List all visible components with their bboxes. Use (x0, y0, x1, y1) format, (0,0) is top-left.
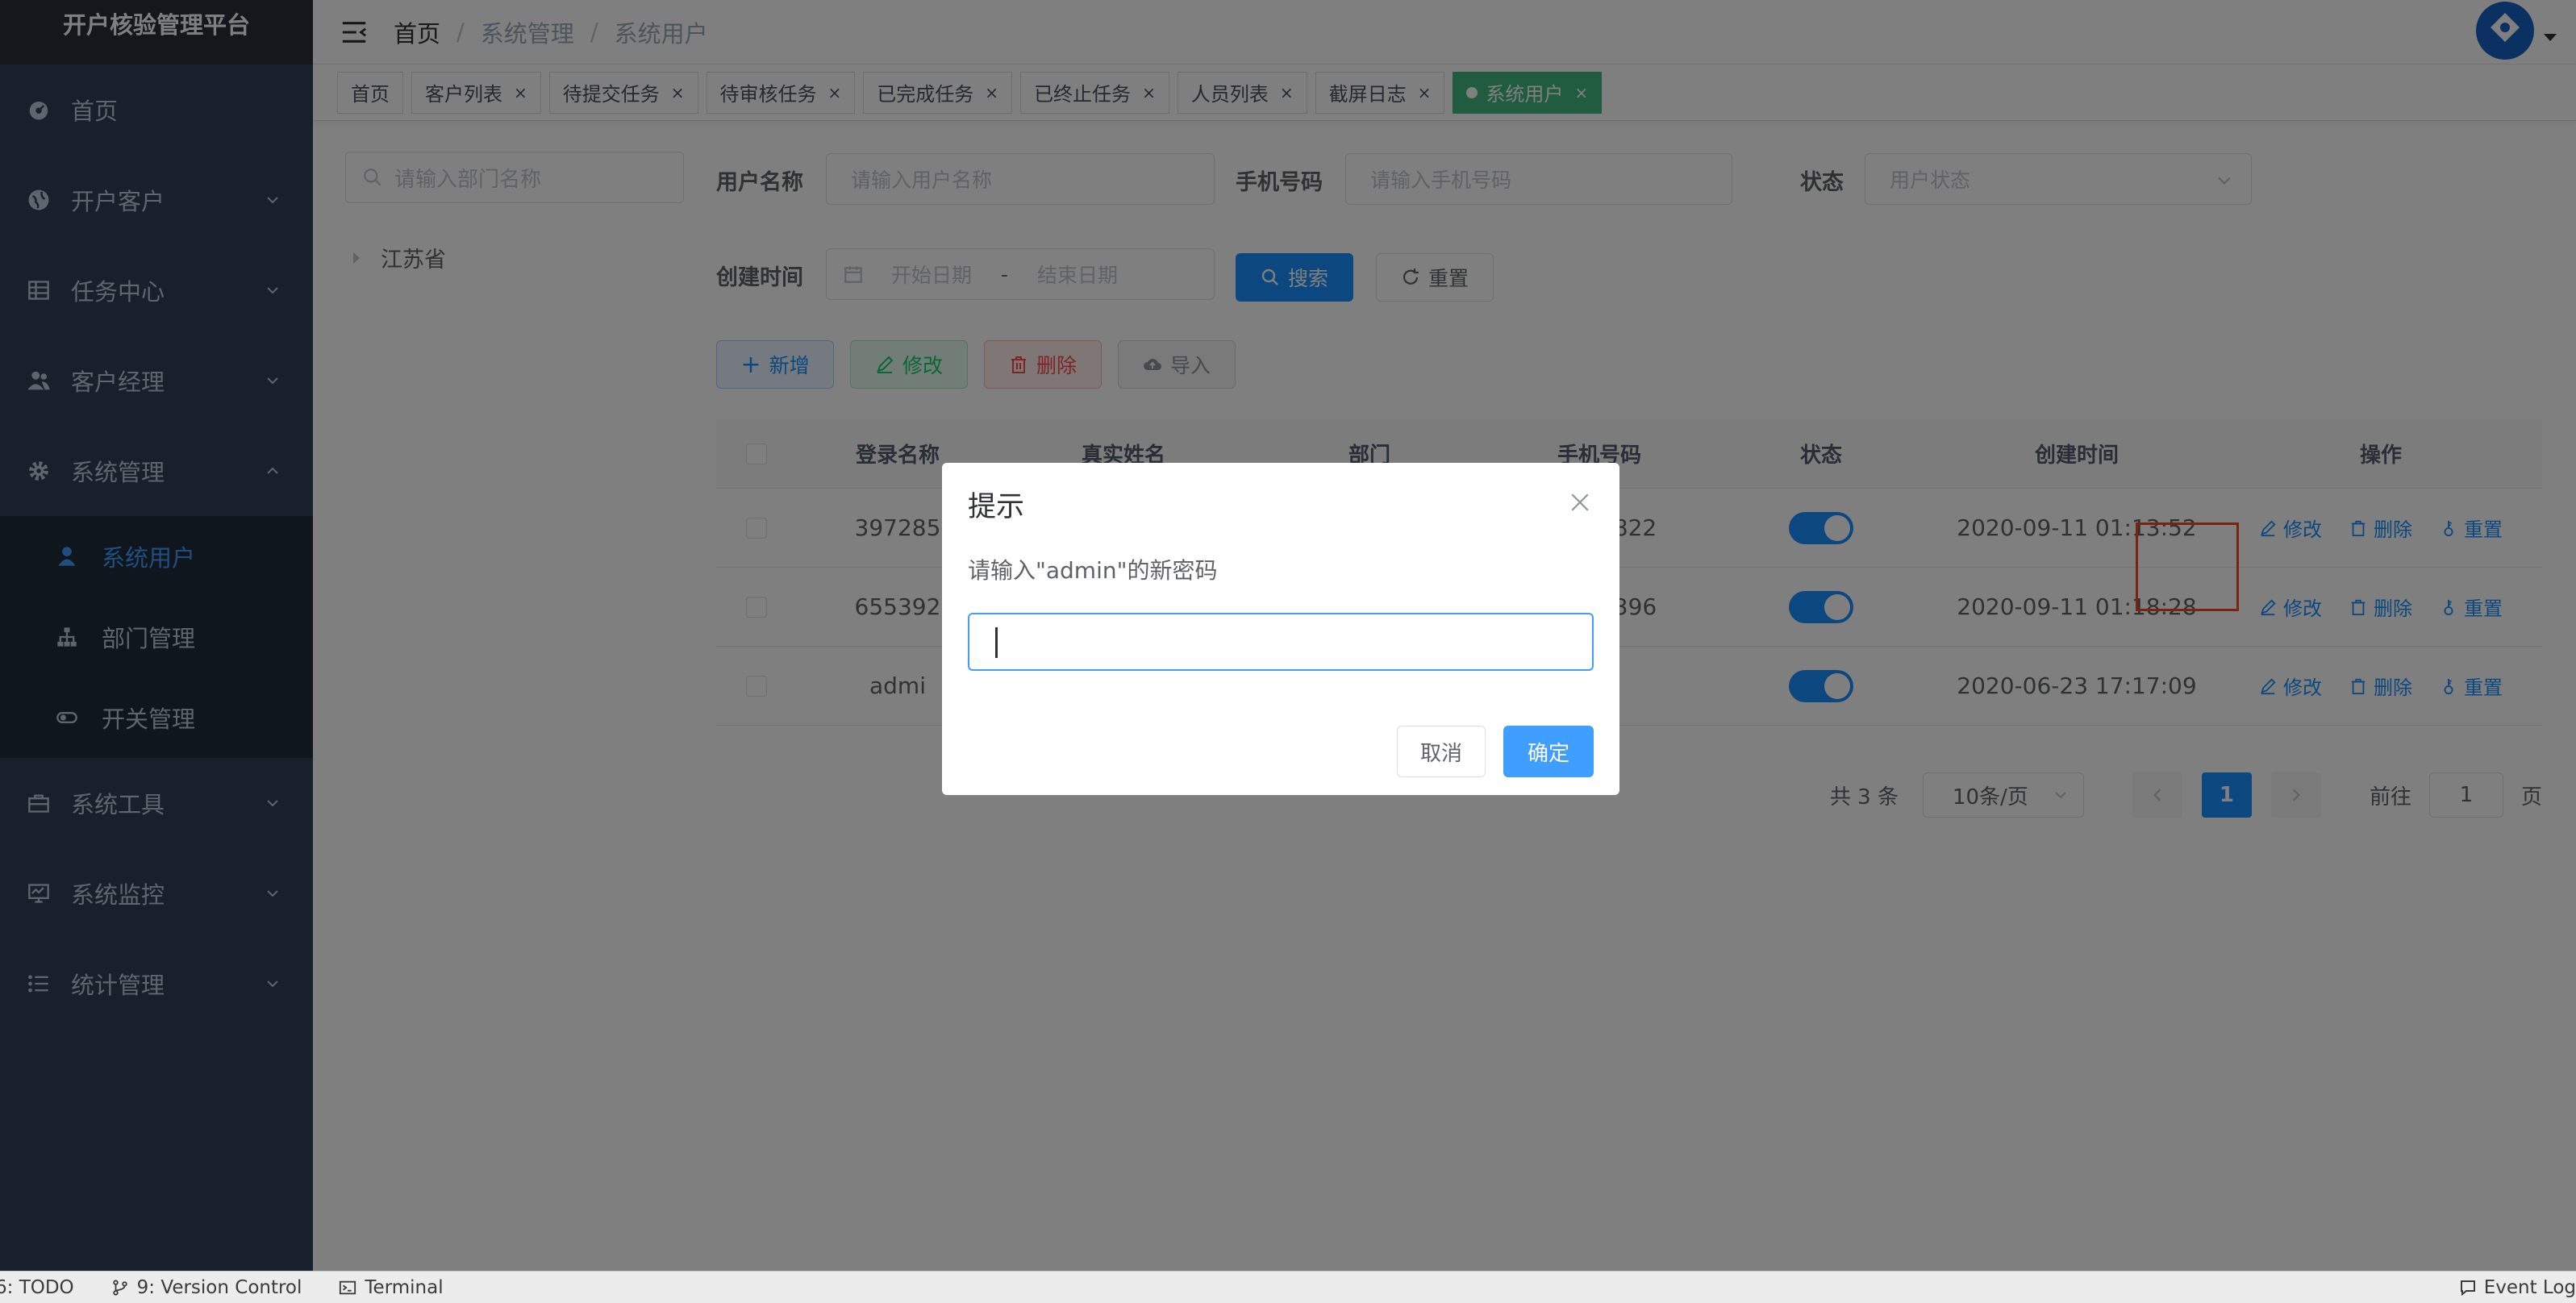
dialog-title: 提示 (968, 491, 1025, 523)
tab-label: Terminal (365, 1276, 444, 1298)
ide-status-bar: 6: TODO 9: Version Control Terminal Even… (0, 1271, 2576, 1303)
reset-password-dialog: 提示 请输入"admin"的新密码 取消 确定 (942, 463, 1619, 795)
terminal-tab[interactable]: Terminal (339, 1276, 444, 1298)
branch-icon (112, 1279, 127, 1296)
tab-label: Event Log (2483, 1277, 2576, 1298)
new-password-input[interactable] (968, 613, 1594, 671)
todo-tab[interactable]: 6: TODO (0, 1277, 74, 1298)
terminal-icon (340, 1280, 356, 1294)
close-icon[interactable] (1569, 492, 1590, 513)
tab-label: 9: Version Control (136, 1276, 302, 1298)
version-control-tab[interactable]: 9: Version Control (111, 1277, 302, 1298)
confirm-button[interactable]: 确定 (1503, 726, 1594, 777)
cancel-button[interactable]: 取消 (1397, 726, 1486, 777)
dialog-message: 请输入"admin"的新密码 (968, 557, 1218, 584)
event-log-tab[interactable]: Event Log (2458, 1272, 2576, 1303)
text-cursor (995, 627, 998, 658)
speech-bubble-icon (2460, 1280, 2475, 1297)
